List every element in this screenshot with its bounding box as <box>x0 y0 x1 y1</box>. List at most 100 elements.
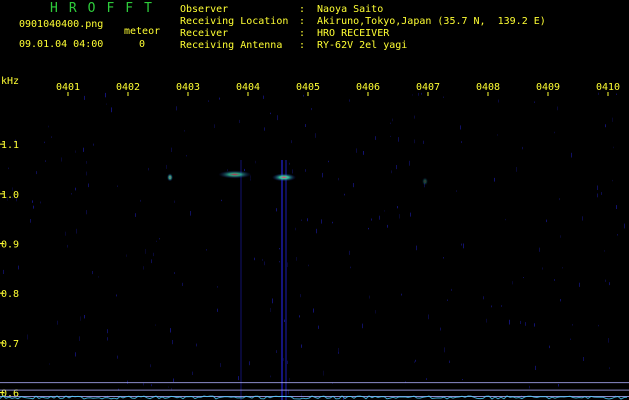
noise-pixel <box>263 95 264 99</box>
noise-pixel <box>57 320 58 325</box>
noise-pixel <box>375 310 376 314</box>
noise-pixel <box>512 281 513 285</box>
noise-pixel <box>289 162 290 165</box>
noise-pixel <box>145 248 146 254</box>
noise-pixel <box>32 200 33 203</box>
noise-pixel <box>535 365 536 370</box>
noise-pixel <box>75 352 76 357</box>
noise-pixel <box>401 293 402 296</box>
noise-pixel <box>486 318 487 323</box>
noise-pixel <box>279 261 280 263</box>
noise-pixel <box>447 299 448 301</box>
noise-pixel <box>318 325 319 329</box>
y-tick-label: 1.1 <box>1 140 19 151</box>
noise-pixel <box>390 135 391 137</box>
noise-pixel <box>71 193 72 195</box>
noise-pixel <box>598 324 599 327</box>
noise-pixel <box>48 125 49 128</box>
noise-pixel <box>143 383 144 386</box>
noise-pixel <box>421 92 422 95</box>
noise-pixel <box>412 94 413 96</box>
noise-pixel <box>392 118 393 122</box>
noise-pixel <box>111 107 112 113</box>
noise-pixel <box>321 219 322 224</box>
noise-pixel <box>560 235 561 238</box>
meteor-echo <box>422 177 428 186</box>
interference-line <box>240 160 242 400</box>
noise-pixel <box>542 267 543 270</box>
noise-pixel <box>18 265 19 270</box>
noise-pixel <box>313 308 314 313</box>
noise-pixel <box>328 160 329 163</box>
noise-pixel <box>557 106 558 111</box>
noise-pixel <box>182 282 183 286</box>
noise-pixel <box>65 231 66 236</box>
noise-pixel <box>440 327 441 331</box>
noise-pixel <box>616 205 617 209</box>
noise-pixel <box>308 264 309 267</box>
noise-pixel <box>579 282 580 287</box>
noise-pixel <box>264 127 265 131</box>
noise-pixel <box>254 257 255 261</box>
noise-pixel <box>166 164 167 169</box>
noise-pixel <box>196 343 197 347</box>
noise-pixel <box>151 259 152 264</box>
noise-pixel <box>612 179 613 182</box>
noise-pixel <box>219 97 220 100</box>
noise-pixel <box>371 218 372 221</box>
noise-pixel <box>597 185 598 190</box>
y-axis-label: kHz <box>1 76 19 87</box>
noise-pixel <box>570 338 571 340</box>
noise-pixel <box>316 228 317 234</box>
noise-pixel <box>67 244 68 248</box>
x-tick-label: 0402 <box>116 82 140 93</box>
noise-pixel <box>287 262 288 267</box>
noise-pixel <box>301 393 302 399</box>
noise-pixel <box>116 294 117 297</box>
noise-pixel <box>601 192 602 195</box>
noise-pixel <box>174 272 175 274</box>
noise-pixel <box>609 282 610 286</box>
noise-pixel <box>284 319 285 322</box>
noise-pixel <box>262 258 263 261</box>
noise-pixel <box>539 247 540 252</box>
noise-pixel <box>270 375 271 378</box>
noise-pixel <box>534 101 535 103</box>
noise-pixel <box>338 351 339 354</box>
noise-pixel <box>140 199 141 202</box>
noise-pixel <box>349 250 350 255</box>
noise-pixel <box>311 108 312 111</box>
noise-pixel <box>387 224 388 228</box>
x-tick-label: 0405 <box>296 82 320 93</box>
noise-pixel <box>208 100 209 102</box>
noise-pixel <box>174 200 175 203</box>
noise-pixel <box>443 96 444 98</box>
noise-pixel <box>572 324 573 326</box>
x-tick-label: 0404 <box>236 82 260 93</box>
noise-pixel <box>418 92 419 96</box>
noise-pixel <box>461 141 462 143</box>
noise-pixel <box>283 358 284 361</box>
noise-pixel <box>349 99 350 102</box>
noise-pixel <box>292 169 293 174</box>
y-tick-label: 0.8 <box>1 289 19 300</box>
noise-pixel <box>206 249 207 251</box>
noise-pixel <box>83 147 84 152</box>
noise-pixel <box>414 115 415 119</box>
noise-pixel <box>190 211 191 216</box>
noise-pixel <box>494 177 495 182</box>
noise-pixel <box>86 161 87 164</box>
noise-pixel <box>88 183 89 188</box>
noise-pixel <box>462 379 463 381</box>
noise-pixel <box>315 133 316 138</box>
noise-pixel <box>560 299 561 302</box>
noise-pixel <box>356 148 357 153</box>
noise-pixel <box>296 257 297 261</box>
noise-pixel <box>155 324 156 326</box>
noise-pixel <box>344 193 345 196</box>
noise-pixel <box>86 171 87 176</box>
noise-pixel <box>106 103 107 105</box>
noise-pixel <box>8 167 9 170</box>
noise-pixel <box>217 308 218 312</box>
noise-pixel <box>501 305 502 307</box>
